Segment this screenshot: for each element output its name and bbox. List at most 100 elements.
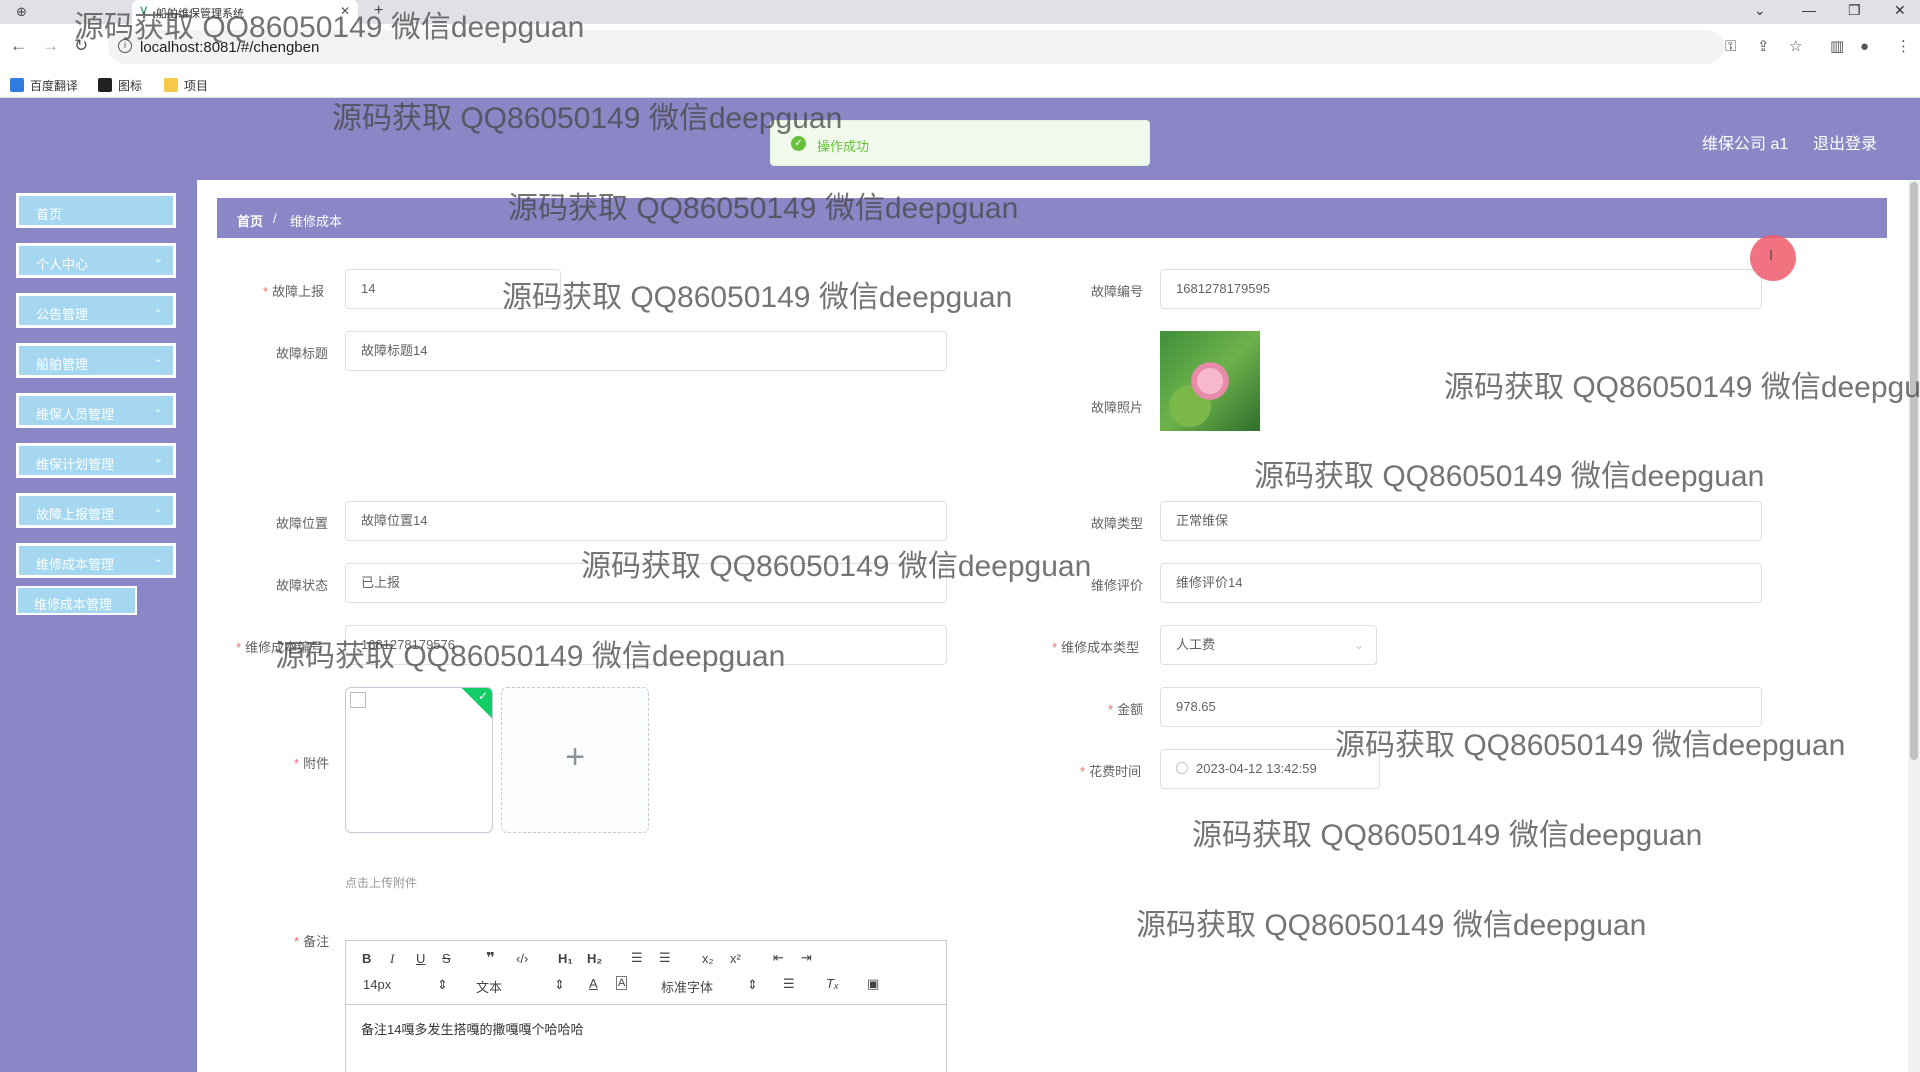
folder-icon [164, 78, 178, 92]
clear-format-button[interactable]: Tₓ [826, 976, 839, 991]
sidebar-item-label: 维保计划管理 [36, 457, 115, 472]
indent-button[interactable]: ⇥ [801, 950, 812, 966]
bookmark-item[interactable]: 图标 [98, 77, 142, 94]
bold-button[interactable]: B [362, 951, 371, 966]
font-family-select[interactable]: 标准字体 ⇕ [661, 977, 758, 996]
code-label: 故障编号 [1091, 284, 1144, 299]
back-icon[interactable]: ← [10, 36, 27, 56]
cost-type-select[interactable]: 人工费 ⌄ [1160, 625, 1377, 665]
browser-tab-title: 船舶维保管理系统 [156, 8, 244, 20]
insert-image-icon[interactable]: ▣ [867, 976, 879, 992]
code-input[interactable]: 1681278179595 [1160, 269, 1762, 309]
breadcrumb-current: 维修成本 [290, 214, 343, 229]
share-icon[interactable]: ⇪ [1757, 39, 1770, 55]
company-name[interactable]: 维保公司 a1 [1702, 130, 1788, 154]
cost-type-label: * 维修成本类型 [1052, 640, 1140, 655]
time-picker[interactable]: 2023-04-12 13:42:59 [1160, 749, 1380, 789]
report-select[interactable]: 14 [345, 269, 561, 309]
scrollbar-thumb[interactable] [1910, 182, 1918, 760]
cursor-indicator: I [1750, 235, 1796, 281]
status-input[interactable]: 已上报 [345, 563, 947, 603]
h1-button[interactable]: H₁ [558, 951, 573, 966]
logout-link[interactable]: 退出登录 [1813, 130, 1877, 154]
more-menu-icon[interactable]: ⋮ [1896, 39, 1911, 55]
close-window-icon[interactable]: ✕ [1894, 2, 1906, 19]
code-button[interactable]: ‹/› [516, 951, 528, 966]
star-icon[interactable]: ☆ [1789, 39, 1802, 55]
tab-search-icon[interactable]: ⌄ [1754, 2, 1766, 19]
bullet-list-button[interactable]: ☰ [659, 950, 671, 966]
font-size-select[interactable]: 14px ⇕ [363, 977, 448, 992]
url-box[interactable]: i localhost:8081/#/chengben [108, 30, 1724, 64]
sidebar-item-profile[interactable]: 个人中心 ⌄ [16, 243, 176, 278]
sidebar-subitem-costs[interactable]: 维修成本管理 [16, 586, 137, 615]
sidebar-item-staff[interactable]: 维保人员管理 ⌄ [16, 393, 176, 428]
format-select[interactable]: 文本 ⇕ [476, 977, 565, 996]
site-info-icon[interactable]: i [118, 39, 132, 53]
key-icon[interactable]: ⚿ [1725, 39, 1736, 55]
superscript-button[interactable]: x² [730, 951, 741, 966]
sidebar-item-label: 首页 [36, 207, 63, 222]
restore-icon[interactable]: ❐ [1848, 2, 1861, 19]
forward-icon[interactable]: → [42, 36, 59, 56]
tab-close-icon[interactable]: ✕ [340, 4, 350, 18]
browser-tab[interactable]: V 船舶维保管理系统 ✕ [132, 0, 358, 24]
page-scrollbar[interactable] [1908, 180, 1920, 1072]
bg-color-button[interactable]: A [616, 976, 628, 990]
minimize-icon[interactable]: — [1802, 2, 1816, 18]
chevron-down-icon: ⌄ [1353, 638, 1364, 652]
breadcrumb-home[interactable]: 首页 [237, 211, 263, 230]
align-button[interactable]: ☰ [783, 976, 795, 992]
sidebar-item-label: 维修成本管理 [36, 557, 115, 572]
broken-image-icon [350, 692, 366, 708]
new-tab-icon[interactable]: + [374, 2, 383, 20]
chevron-down-icon: ⌄ [153, 303, 163, 315]
bookmark-item[interactable]: 百度翻译 [10, 77, 78, 94]
sidebar-item-label: 公告管理 [36, 307, 89, 322]
sidebar-item-costs[interactable]: 维修成本管理 ⌄ [16, 543, 176, 578]
vue-favicon-icon: V [140, 5, 148, 17]
type-input[interactable]: 正常维保 [1160, 501, 1762, 541]
upload-button[interactable]: + [501, 687, 649, 833]
sidebar-item-faults[interactable]: 故障上报管理 ⌄ [16, 493, 176, 528]
h2-button[interactable]: H₂ [587, 951, 602, 966]
success-check-icon: ✓ [791, 136, 806, 151]
browser-menu-icon[interactable]: ⊕ [16, 4, 27, 20]
chevron-down-icon: ⌄ [153, 403, 163, 415]
location-label: 故障位置 [276, 516, 329, 531]
profile-icon[interactable]: ● [1860, 39, 1869, 55]
clock-icon [1176, 762, 1188, 774]
eval-label: 维修评价 [1091, 578, 1144, 593]
chevron-down-icon: ⌄ [153, 453, 163, 465]
editor-content[interactable]: 备注14嘎多发生搭嘎的撒嘎嘎个哈哈哈 [361, 1019, 583, 1038]
outdent-button[interactable]: ⇤ [773, 950, 784, 966]
italic-button[interactable]: I [390, 951, 394, 967]
sidebar-item-label: 维保人员管理 [36, 407, 115, 422]
rich-text-editor[interactable]: B I U S ❞ ‹/› H₁ H₂ ☰ ☰ x₂ x² ⇤ ⇥ 14px ⇕ … [345, 940, 947, 1072]
sidebar-item-notice[interactable]: 公告管理 ⌄ [16, 293, 176, 328]
sidepanel-icon[interactable]: ▥ [1830, 39, 1844, 55]
blockquote-button[interactable]: ❞ [486, 949, 495, 967]
title-input[interactable]: 故障标题14 [345, 331, 947, 371]
ordered-list-button[interactable]: ☰ [631, 950, 643, 966]
upload-success-badge [460, 688, 492, 720]
eval-input[interactable]: 维修评价14 [1160, 563, 1762, 603]
toast-message: 操作成功 [817, 139, 870, 154]
reload-icon[interactable]: ↻ [74, 36, 88, 56]
sidebar-item-ships[interactable]: 船舶管理 ⌄ [16, 343, 176, 378]
sidebar-item-plans[interactable]: 维保计划管理 ⌄ [16, 443, 176, 478]
subscript-button[interactable]: x₂ [702, 951, 714, 966]
amount-input[interactable]: 978.65 [1160, 687, 1762, 727]
bookmark-item[interactable]: 项目 [164, 77, 208, 94]
browser-tab-bar: ⊕ V 船舶维保管理系统 ✕ + ⌄ — ❐ ✕ [0, 0, 1920, 24]
plus-icon: + [565, 738, 585, 776]
underline-button[interactable]: U [416, 951, 425, 966]
location-input[interactable]: 故障位置14 [345, 501, 947, 541]
attachment-thumbnail[interactable]: ✓ [345, 687, 493, 833]
font-color-button[interactable]: A [589, 976, 598, 991]
strike-button[interactable]: S [442, 951, 451, 966]
success-toast: ✓ 操作成功 [770, 120, 1150, 166]
sidebar-item-home[interactable]: 首页 [16, 193, 176, 228]
cost-code-input[interactable]: 1681278179576 [345, 625, 947, 665]
url-text: localhost:8081/#/chengben [140, 39, 320, 56]
